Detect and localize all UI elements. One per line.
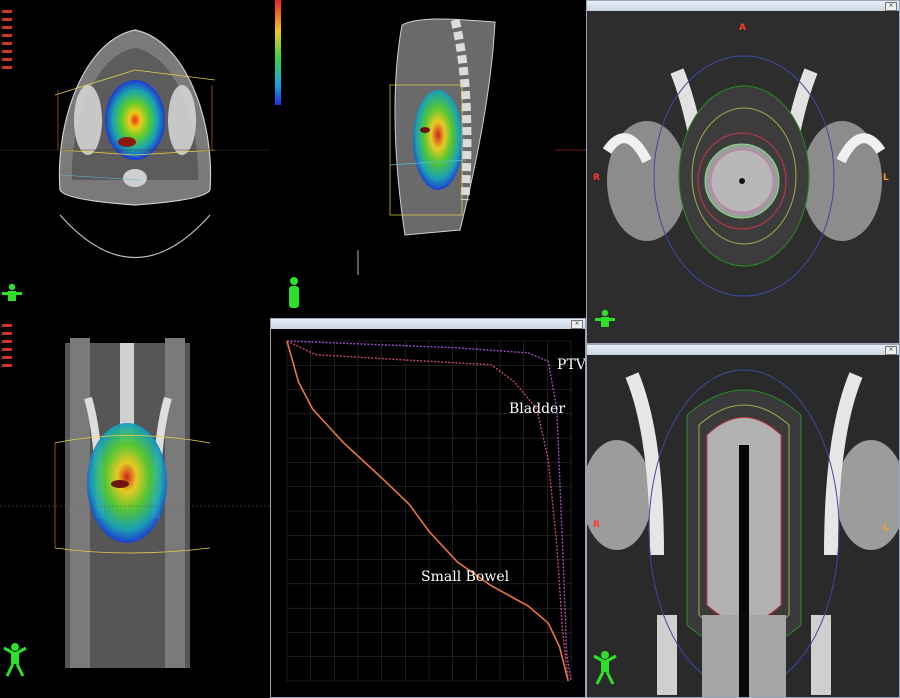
body-figure-icon: [593, 651, 617, 685]
window-close-icon[interactable]: ×: [885, 346, 897, 355]
coronal-ct-image: [0, 324, 270, 668]
body-figure-icon: [289, 277, 299, 308]
body-figure-icon: [595, 309, 615, 327]
window-close-icon[interactable]: ×: [885, 2, 897, 11]
sagittal-dose-view[interactable]: [270, 0, 586, 318]
dvh-window[interactable]: × PTV Bladder Small Bowel: [270, 318, 586, 698]
window-close-icon[interactable]: ×: [571, 320, 583, 329]
orientation-left: L: [883, 173, 889, 183]
orientation-anterior: A: [739, 23, 746, 33]
axial-dose-view[interactable]: [0, 0, 270, 318]
orientation-right: R: [593, 173, 600, 183]
ptv-label: PTV: [557, 357, 586, 373]
orientation-left: L: [883, 523, 889, 533]
body-figure-icon: [2, 283, 22, 301]
sagittal-ct-image: [275, 0, 586, 275]
axial-isodose-view[interactable]: × A R L: [586, 0, 900, 344]
coronal-isodose-view[interactable]: × R L: [586, 344, 900, 698]
coronal-dose-view[interactable]: [0, 318, 270, 698]
body-figure-icon: [3, 643, 27, 677]
coronal-zoom-ct-image: [587, 355, 899, 697]
axial-ct-image: [0, 10, 270, 258]
small-bowel-label: Small Bowel: [421, 569, 510, 585]
bladder-label: Bladder: [509, 401, 566, 417]
orientation-right: R: [593, 520, 600, 530]
axial-zoom-ct-image: [587, 11, 899, 343]
dvh-plot: [271, 329, 585, 697]
